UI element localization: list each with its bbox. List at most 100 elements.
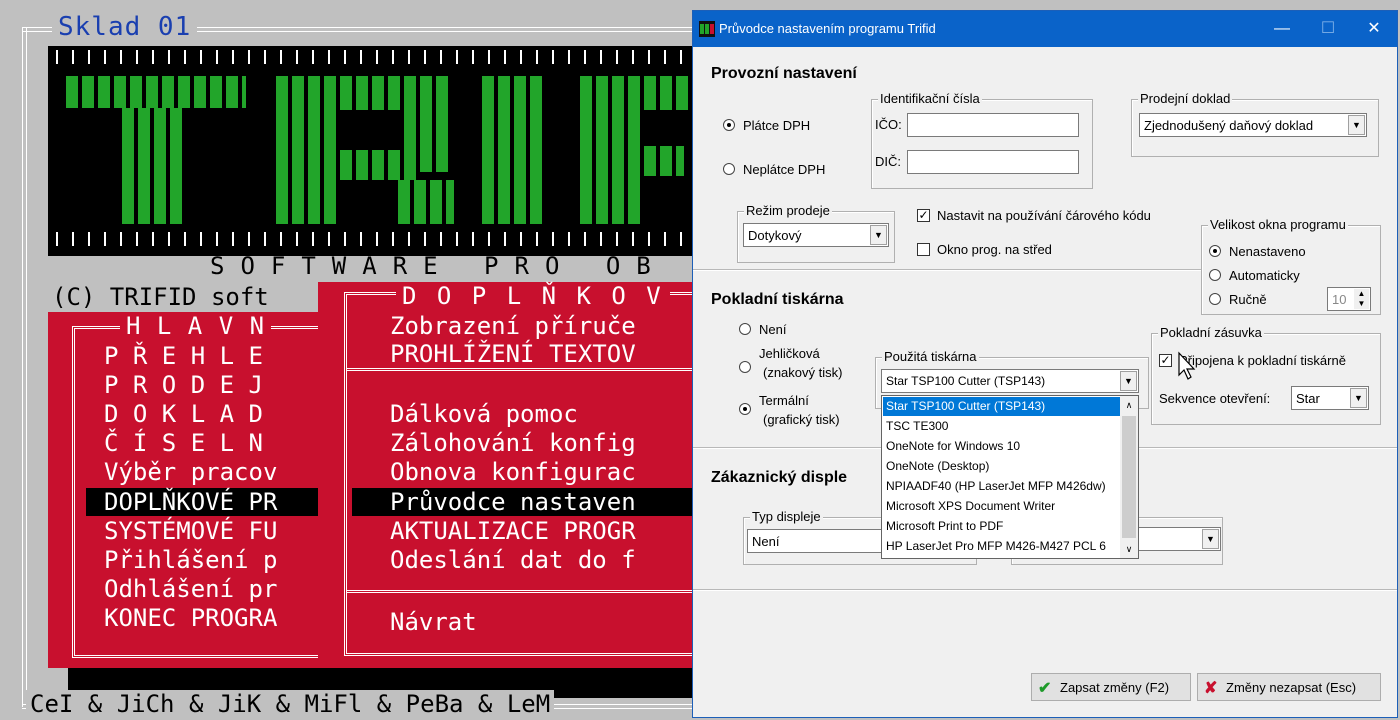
logo-letter-f-stem — [580, 76, 644, 224]
ico-label: IČO: — [875, 117, 902, 132]
cross-icon: ✘ — [1204, 680, 1218, 697]
chevron-down-icon[interactable]: ▼ — [1120, 371, 1137, 391]
scroll-up-icon[interactable]: ∧ — [1122, 398, 1136, 412]
rezim-value: Dotykový — [748, 228, 802, 243]
main-menu-item[interactable]: KONEC PROGRA — [104, 604, 277, 632]
main-menu-item[interactable]: Č Í S E L N — [104, 429, 263, 457]
dialog-title: Průvodce nastavením programu Trifid — [719, 21, 936, 36]
printer-termalni-radio[interactable] — [739, 403, 751, 415]
cancel-button[interactable]: ✘ Změny nezapsat (Esc) — [1197, 673, 1381, 701]
close-button[interactable]: ✕ — [1351, 11, 1397, 47]
sub-menu-return[interactable]: Návrat — [390, 608, 477, 636]
scroll-thumb[interactable] — [1122, 416, 1136, 538]
prodejni-legend: Prodejní doklad — [1138, 91, 1233, 106]
chevron-down-icon[interactable]: ▼ — [870, 225, 887, 245]
credits-text: CeI & JiCh & JiK & MiFl & PeBa & LeM — [26, 690, 555, 718]
main-menu-item[interactable]: P R O D E J — [104, 371, 263, 399]
save-button-label: Zapsat změny (F2) — [1060, 680, 1170, 695]
logo-ticks-bottom — [56, 232, 696, 246]
platce-dph-radio[interactable] — [723, 119, 735, 131]
drawer-connected-checkbox[interactable]: ✓ — [1159, 354, 1172, 367]
drawer-connected-label: Připojena k pokladní tiskárně — [1179, 353, 1346, 368]
sub-menu-item[interactable]: Zobrazení příruče — [390, 312, 636, 340]
pouzita-legend: Použitá tiskárna — [882, 349, 979, 364]
logo-letter-r-stem — [276, 76, 340, 224]
prodejni-combo[interactable]: Zjednodušený daňový doklad ▼ — [1139, 113, 1367, 137]
dropdown-item[interactable]: Microsoft XPS Document Writer — [883, 497, 1122, 516]
logo-letter-r-top — [340, 76, 450, 110]
nenastaveno-radio[interactable] — [1209, 245, 1221, 257]
logo-letter-t-bar — [66, 76, 246, 108]
section-separator — [693, 269, 1201, 271]
logo-letter-t-stem — [122, 108, 186, 224]
ico-input[interactable] — [907, 113, 1079, 137]
main-menu-item[interactable]: D O K L A D — [104, 400, 263, 428]
nenastaveno-label: Nenastaveno — [1229, 244, 1306, 259]
logo-letter-f-mid — [644, 146, 684, 176]
dropdown-item-selected[interactable]: Star TSP100 Cutter (TSP143) — [883, 397, 1122, 416]
logo-ticks-top — [56, 50, 696, 64]
dropdown-item[interactable]: TSC TE300 — [883, 417, 1122, 436]
printer-dropdown-list[interactable]: Star TSP100 Cutter (TSP143) TSC TE300 On… — [881, 395, 1139, 559]
dropdown-item[interactable]: HP LaserJet Pro MFP M426-M427 PCL 6 — [883, 537, 1122, 556]
neplatce-dph-label: Neplátce DPH — [743, 162, 826, 177]
dic-label: DIČ: — [875, 154, 901, 169]
printer-jehlickova-radio[interactable] — [739, 361, 751, 373]
pouzita-value: Star TSP100 Cutter (TSP143) — [886, 374, 1046, 388]
sub-menu-item[interactable]: Dálková pomoc — [390, 400, 578, 428]
maximize-button[interactable]: ☐ — [1305, 11, 1351, 47]
dropdown-item[interactable]: NPIAADF40 (HP LaserJet MFP M426dw) — [883, 477, 1122, 496]
sub-menu-item-selected[interactable]: Průvodce nastaven — [352, 488, 698, 516]
dialog-titlebar[interactable]: Průvodce nastavením programu Trifid — ☐ … — [693, 11, 1397, 47]
trifid-app-icon — [699, 21, 715, 37]
sub-menu-item[interactable]: Obnova konfigurac — [390, 458, 636, 486]
main-menu-item[interactable]: Odhlášení pr — [104, 575, 277, 603]
logo-letter-r-mid — [340, 150, 416, 180]
automaticky-radio[interactable] — [1209, 269, 1221, 281]
dic-input[interactable] — [907, 150, 1079, 174]
ident-legend: Identifikační čísla — [878, 91, 982, 106]
main-menu-item[interactable]: P Ř E H L E — [104, 342, 263, 370]
dropdown-item[interactable]: Microsoft Print to PDF — [883, 517, 1122, 536]
printer-jehlickova-sub: (znakový tisk) — [763, 365, 843, 380]
velikost-legend: Velikost okna programu — [1208, 217, 1348, 232]
main-menu-item-selected[interactable]: DOPLŇKOVÉ PR — [86, 488, 318, 516]
spin-down-icon[interactable]: ▼ — [1354, 299, 1369, 309]
sequence-label: Sekvence otevření: — [1159, 391, 1271, 406]
chevron-down-icon[interactable]: ▼ — [1350, 388, 1367, 408]
scroll-down-icon[interactable]: ∨ — [1122, 542, 1136, 556]
sequence-value: Star — [1296, 391, 1320, 406]
main-menu-item[interactable]: Přihlášení p — [104, 546, 277, 574]
barcode-label: Nastavit na používání čárového kódu — [937, 208, 1151, 223]
checkmark-icon: ✔ — [1038, 680, 1052, 697]
logo-letter-r-leg — [398, 180, 454, 224]
spin-up-icon[interactable]: ▲ — [1354, 289, 1369, 299]
pouzita-combo[interactable]: Star TSP100 Cutter (TSP143) ▼ — [881, 369, 1139, 393]
sub-menu-item[interactable]: PROHLÍŽENÍ TEXTOV — [390, 340, 636, 368]
dropdown-item[interactable]: OneNote (Desktop) — [883, 457, 1122, 476]
sub-menu-item[interactable]: AKTUALIZACE PROGR — [390, 517, 636, 545]
center-window-checkbox[interactable] — [917, 243, 930, 256]
console-window: Sklad 01 SOFTWARE PRO OB (C) TRIFID soft… — [0, 0, 720, 720]
printer-termalni-label: Termální — [759, 393, 809, 408]
barcode-checkbox[interactable]: ✓ — [917, 209, 930, 222]
sequence-combo[interactable]: Star ▼ — [1291, 386, 1369, 410]
sub-menu-item[interactable]: Odeslání dat do f — [390, 546, 636, 574]
save-button[interactable]: ✔ Zapsat změny (F2) — [1031, 673, 1191, 701]
chevron-down-icon[interactable]: ▼ — [1202, 529, 1219, 549]
warehouse-title: Sklad 01 — [52, 12, 198, 42]
prodejni-value: Zjednodušený daňový doklad — [1144, 118, 1314, 133]
main-menu-item[interactable]: Výběr pracov — [104, 458, 277, 486]
printer-neni-radio[interactable] — [739, 323, 751, 335]
rucne-radio[interactable] — [1209, 293, 1221, 305]
chevron-down-icon[interactable]: ▼ — [1348, 115, 1365, 135]
main-menu-item[interactable]: SYSTÉMOVÉ FU — [104, 517, 277, 545]
automaticky-label: Automaticky — [1229, 268, 1300, 283]
dropdown-item[interactable]: OneNote for Windows 10 — [883, 437, 1122, 456]
minimize-button[interactable]: — — [1259, 11, 1305, 47]
sub-menu-item[interactable]: Zálohování konfig — [390, 429, 636, 457]
dropdown-scrollbar[interactable]: ∧ ∨ — [1120, 396, 1138, 558]
neplatce-dph-radio[interactable] — [723, 163, 735, 175]
rezim-combo[interactable]: Dotykový ▼ — [743, 223, 889, 247]
size-spinner[interactable]: 10 ▲ ▼ — [1327, 287, 1371, 311]
